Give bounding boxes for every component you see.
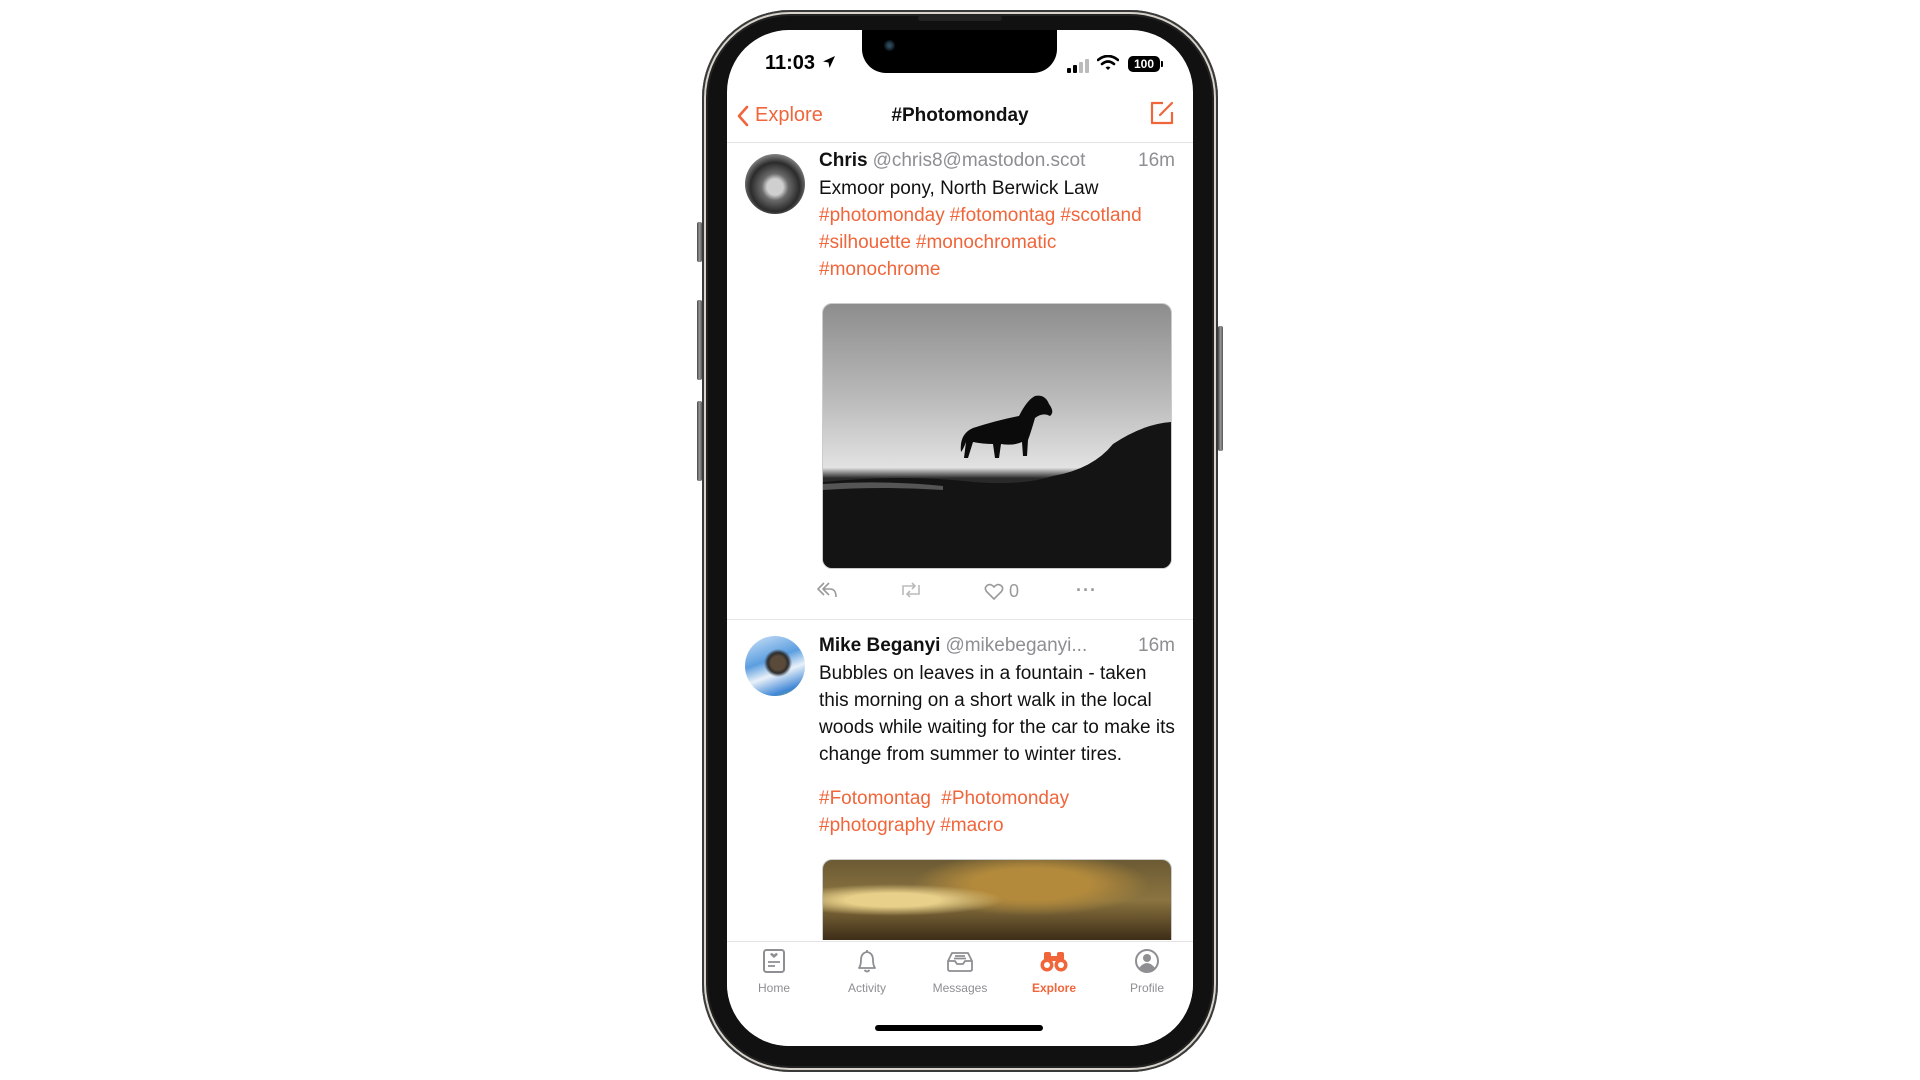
tab-label: Home [757, 981, 790, 995]
tab-home[interactable]: Home [729, 948, 819, 995]
post[interactable]: Chris @chris8@mastodon.scot 16m Exmoor p… [727, 143, 1193, 620]
person-circle-icon [1135, 949, 1159, 973]
author-handle[interactable]: @chris8@mastodon.scot [873, 150, 1130, 172]
tab-label: Explore [1031, 981, 1076, 995]
side-button [1218, 326, 1223, 451]
volume-down-button [697, 401, 702, 481]
post-image[interactable] [822, 303, 1172, 569]
speaker-grille [918, 16, 1002, 21]
hashtag-list: #photomonday #fotomontag #scotland #silhou… [819, 202, 1175, 283]
mute-switch [697, 222, 702, 262]
hashtag-link[interactable]: #fotomontag [950, 205, 1056, 226]
bell-icon [858, 950, 876, 973]
tab-label: Activity [847, 981, 886, 995]
wifi-icon [1097, 55, 1119, 70]
hashtag-link[interactable]: #monochrome [819, 259, 940, 280]
post-image[interactable] [822, 859, 1172, 940]
home-icon [763, 949, 785, 973]
tab-profile[interactable]: Profile [1102, 948, 1192, 995]
tab-explore[interactable]: Explore [1009, 948, 1099, 995]
tab-label: Profile [1129, 981, 1164, 995]
status-bar: 11:03 100 [727, 30, 1193, 90]
post-actions: 0 ··· [816, 569, 1175, 619]
hashtag-link[interactable]: #photography [819, 815, 935, 836]
like-count: 0 [1009, 581, 1020, 601]
tab-activity[interactable]: Activity [822, 948, 912, 995]
page-title: #Photomonday [891, 105, 1029, 126]
app-screen: 11:03 100 Explore #Photomonday Chris @ch… [727, 30, 1193, 1046]
location-arrow-icon [823, 56, 835, 68]
author-handle[interactable]: @mikebeganyi... [945, 635, 1130, 657]
avatar[interactable] [745, 154, 805, 214]
hashtag-link[interactable]: #Fotomontag [819, 788, 931, 809]
post-time: 16m [1138, 150, 1175, 171]
hashtag-list: #Fotomontag #Photomonday #photography #ma… [819, 785, 1175, 839]
post-text: Exmoor pony, North Berwick Law [819, 178, 1099, 199]
hashtag-link[interactable]: #photomonday [819, 205, 945, 226]
hashtag-link[interactable]: #macro [940, 815, 1003, 836]
status-time: 11:03 [765, 52, 816, 74]
boost-button[interactable] [900, 581, 922, 599]
tab-bar: Home Activity Messages Explore Profile [727, 941, 1193, 1046]
timeline-feed[interactable]: Chris @chris8@mastodon.scot 16m Exmoor p… [727, 143, 1193, 942]
nav-bar: Explore #Photomonday [727, 90, 1193, 143]
hashtag-link[interactable]: #Photomonday [941, 788, 1069, 809]
avatar[interactable] [745, 636, 805, 696]
signal-icon [1067, 59, 1089, 73]
tab-messages[interactable]: Messages [915, 948, 1005, 995]
author-name[interactable]: Mike Beganyi [819, 635, 940, 657]
favourite-button[interactable]: 0 [984, 581, 1019, 602]
boost-icon [902, 582, 920, 598]
inbox-icon [947, 952, 973, 972]
volume-up-button [697, 300, 702, 380]
tab-label: Messages [932, 981, 988, 995]
hashtag-link[interactable]: #monochromatic [916, 232, 1056, 253]
home-indicator[interactable] [875, 1025, 1043, 1031]
compose-icon[interactable] [1149, 100, 1175, 126]
reply-all-icon [817, 582, 837, 598]
ellipsis-icon: ··· [1076, 580, 1097, 600]
more-button[interactable]: ··· [1076, 580, 1097, 601]
hashtag-link[interactable]: #scotland [1060, 205, 1141, 226]
heart-icon [984, 583, 1004, 600]
binoculars-icon [1040, 952, 1068, 972]
battery-indicator: 100 [1128, 56, 1163, 72]
post[interactable]: Mike Beganyi @mikebeganyi... 16m Bubbles… [727, 620, 1193, 940]
author-name[interactable]: Chris [819, 150, 868, 172]
horse-silhouette [823, 395, 1171, 568]
reply-button[interactable] [816, 581, 838, 599]
post-time: 16m [1138, 635, 1175, 656]
hashtag-link[interactable]: #silhouette [819, 232, 911, 253]
post-text: Bubbles on leaves in a fountain - taken … [819, 663, 1175, 765]
